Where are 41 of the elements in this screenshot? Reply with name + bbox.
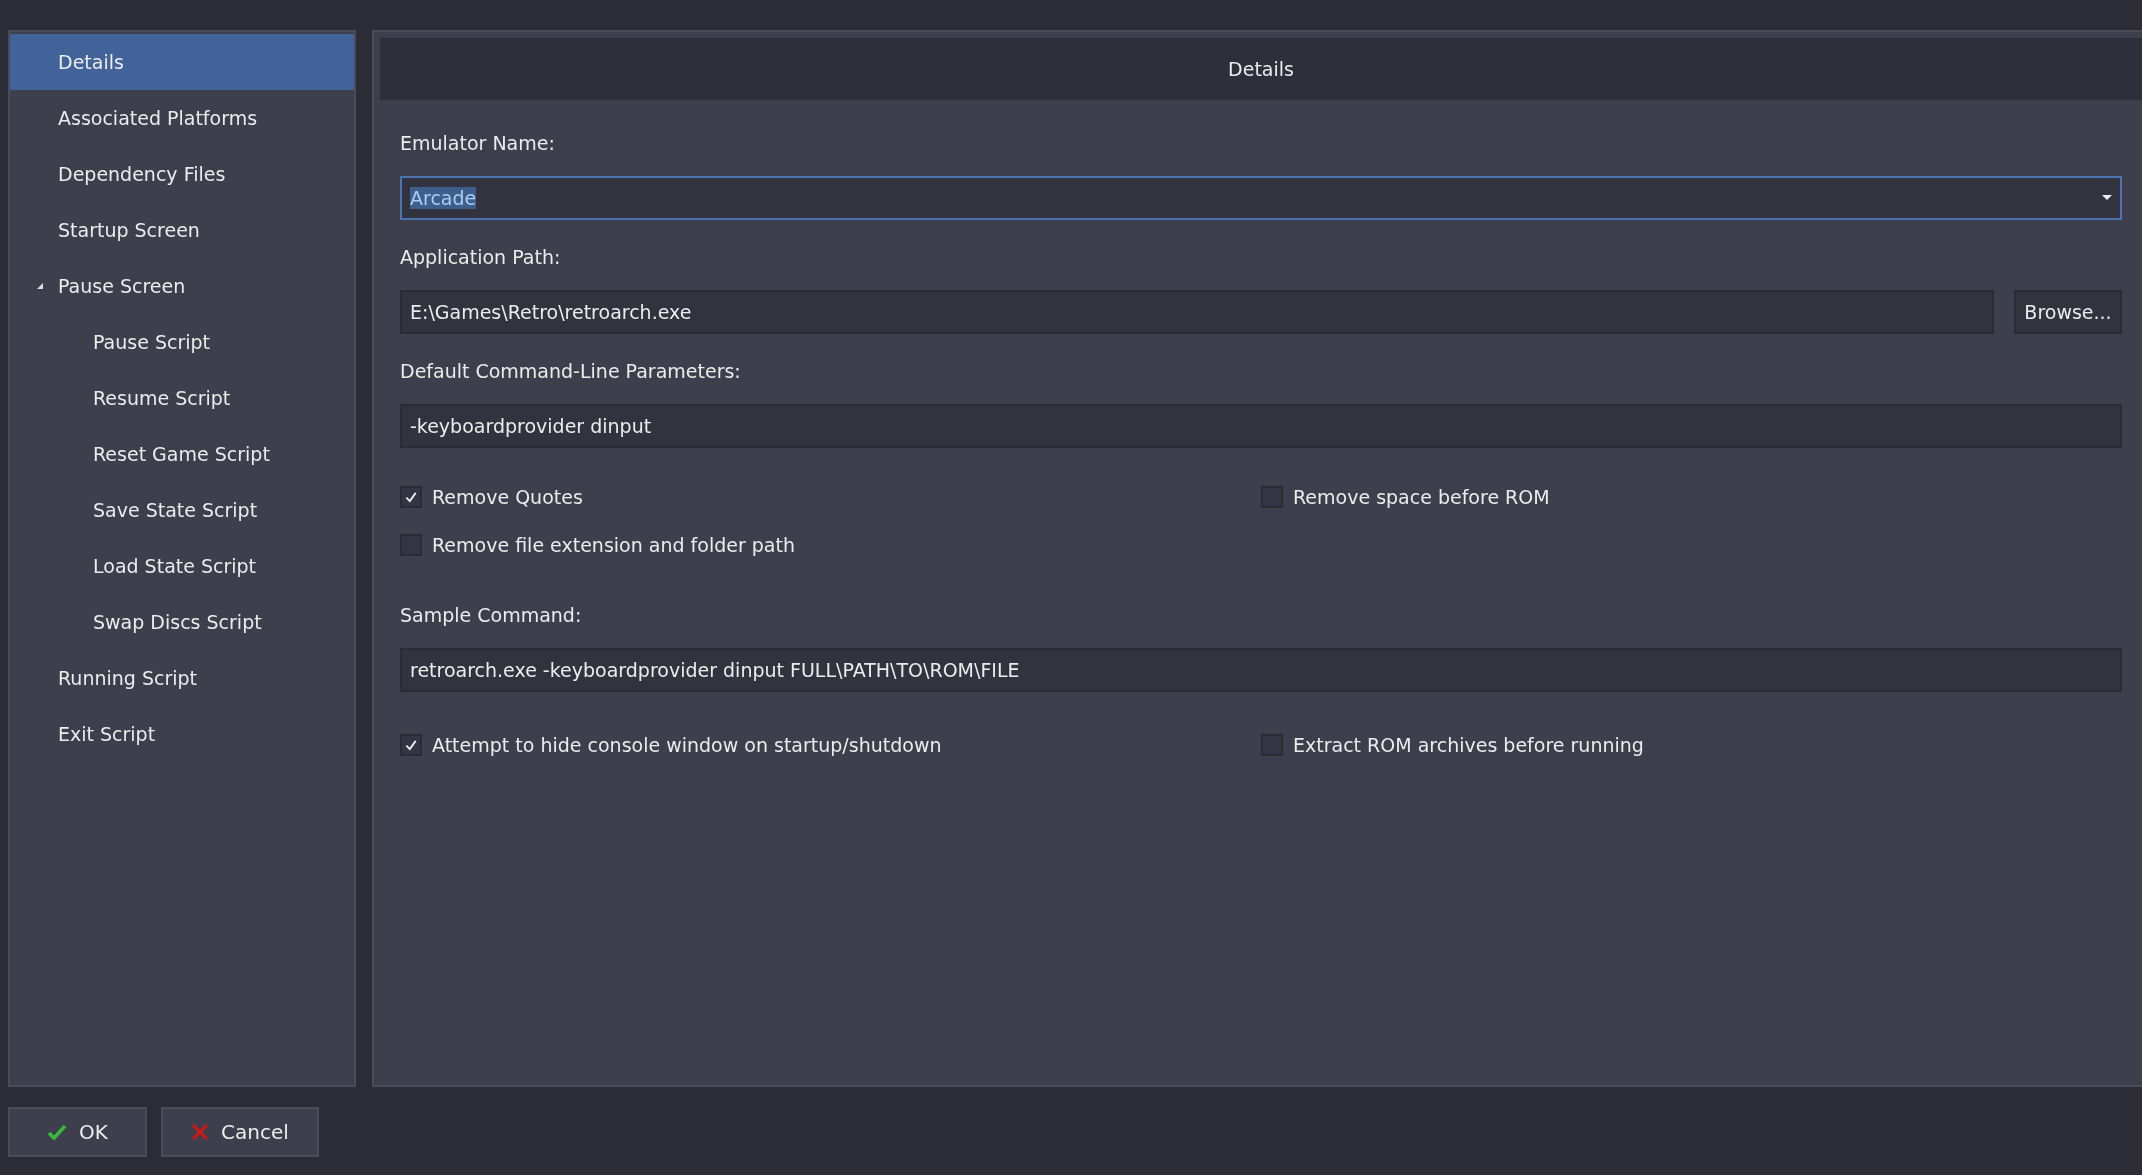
- sidebar-item[interactable]: Resume Script: [10, 370, 354, 426]
- field-label: Default Command-Line Parameters:: [400, 359, 742, 384]
- checkmark-icon: [404, 490, 418, 504]
- checkbox[interactable]: [400, 734, 422, 756]
- cancel-button[interactable]: Cancel: [161, 1107, 319, 1157]
- checkbox-label: Remove space before ROM: [1293, 486, 1550, 508]
- browse-button[interactable]: Browse...: [2014, 290, 2122, 334]
- sidebar-item[interactable]: Associated Platforms: [10, 90, 354, 146]
- checkmark-icon: [404, 738, 418, 752]
- ok-button[interactable]: OK: [8, 1107, 147, 1157]
- expanded-triangle-icon[interactable]: [36, 282, 44, 290]
- caret-icon: [2102, 195, 2112, 201]
- checkbox-label: Extract ROM archives before running: [1293, 734, 1644, 756]
- sidebar-item[interactable]: Swap Discs Script: [10, 594, 354, 650]
- parameters-field[interactable]: -keyboardprovider dinput: [400, 404, 2122, 448]
- application-path-field[interactable]: E:\Games\Retro\retroarch.exe: [400, 290, 1994, 334]
- field-label: Application Path:: [400, 245, 562, 270]
- panel-header: Details: [380, 38, 2142, 100]
- sidebar-item[interactable]: Pause Screen: [10, 258, 354, 314]
- checkbox-label: Remove Quotes: [432, 486, 583, 508]
- sidebar-item[interactable]: Exit Script: [10, 706, 354, 762]
- emulator-name-dropdown[interactable]: Arcade: [400, 176, 2122, 220]
- field-label: Emulator Name:: [400, 131, 556, 156]
- checkbox-label: Attempt to hide console window on startup/shutdown: [432, 734, 942, 756]
- field-label: Sample Command:: [400, 603, 583, 628]
- cross-icon: [191, 1123, 210, 1141]
- checkbox-label: Remove file extension and folder path: [432, 534, 795, 556]
- sidebar-item[interactable]: Dependency Files: [10, 146, 354, 202]
- sidebar-item[interactable]: Pause Script: [10, 314, 354, 370]
- sidebar-item[interactable]: Running Script: [10, 650, 354, 706]
- checkbox[interactable]: [1261, 734, 1283, 756]
- sidebar-item[interactable]: Startup Screen: [10, 202, 354, 258]
- checkmark-icon: [47, 1124, 68, 1140]
- sidebar-item[interactable]: Details: [10, 34, 354, 90]
- checkbox[interactable]: [400, 486, 422, 508]
- sample-command-field[interactable]: retroarch.exe -keyboardprovider dinput FULL\PATH\TO\ROM\FILE: [400, 648, 2122, 692]
- checkbox[interactable]: [1261, 486, 1283, 508]
- sidebar-item[interactable]: Save State Script: [10, 482, 354, 538]
- sidebar-item[interactable]: Load State Script: [10, 538, 354, 594]
- checkbox[interactable]: [400, 534, 422, 556]
- sidebar-item[interactable]: Reset Game Script: [10, 426, 354, 482]
